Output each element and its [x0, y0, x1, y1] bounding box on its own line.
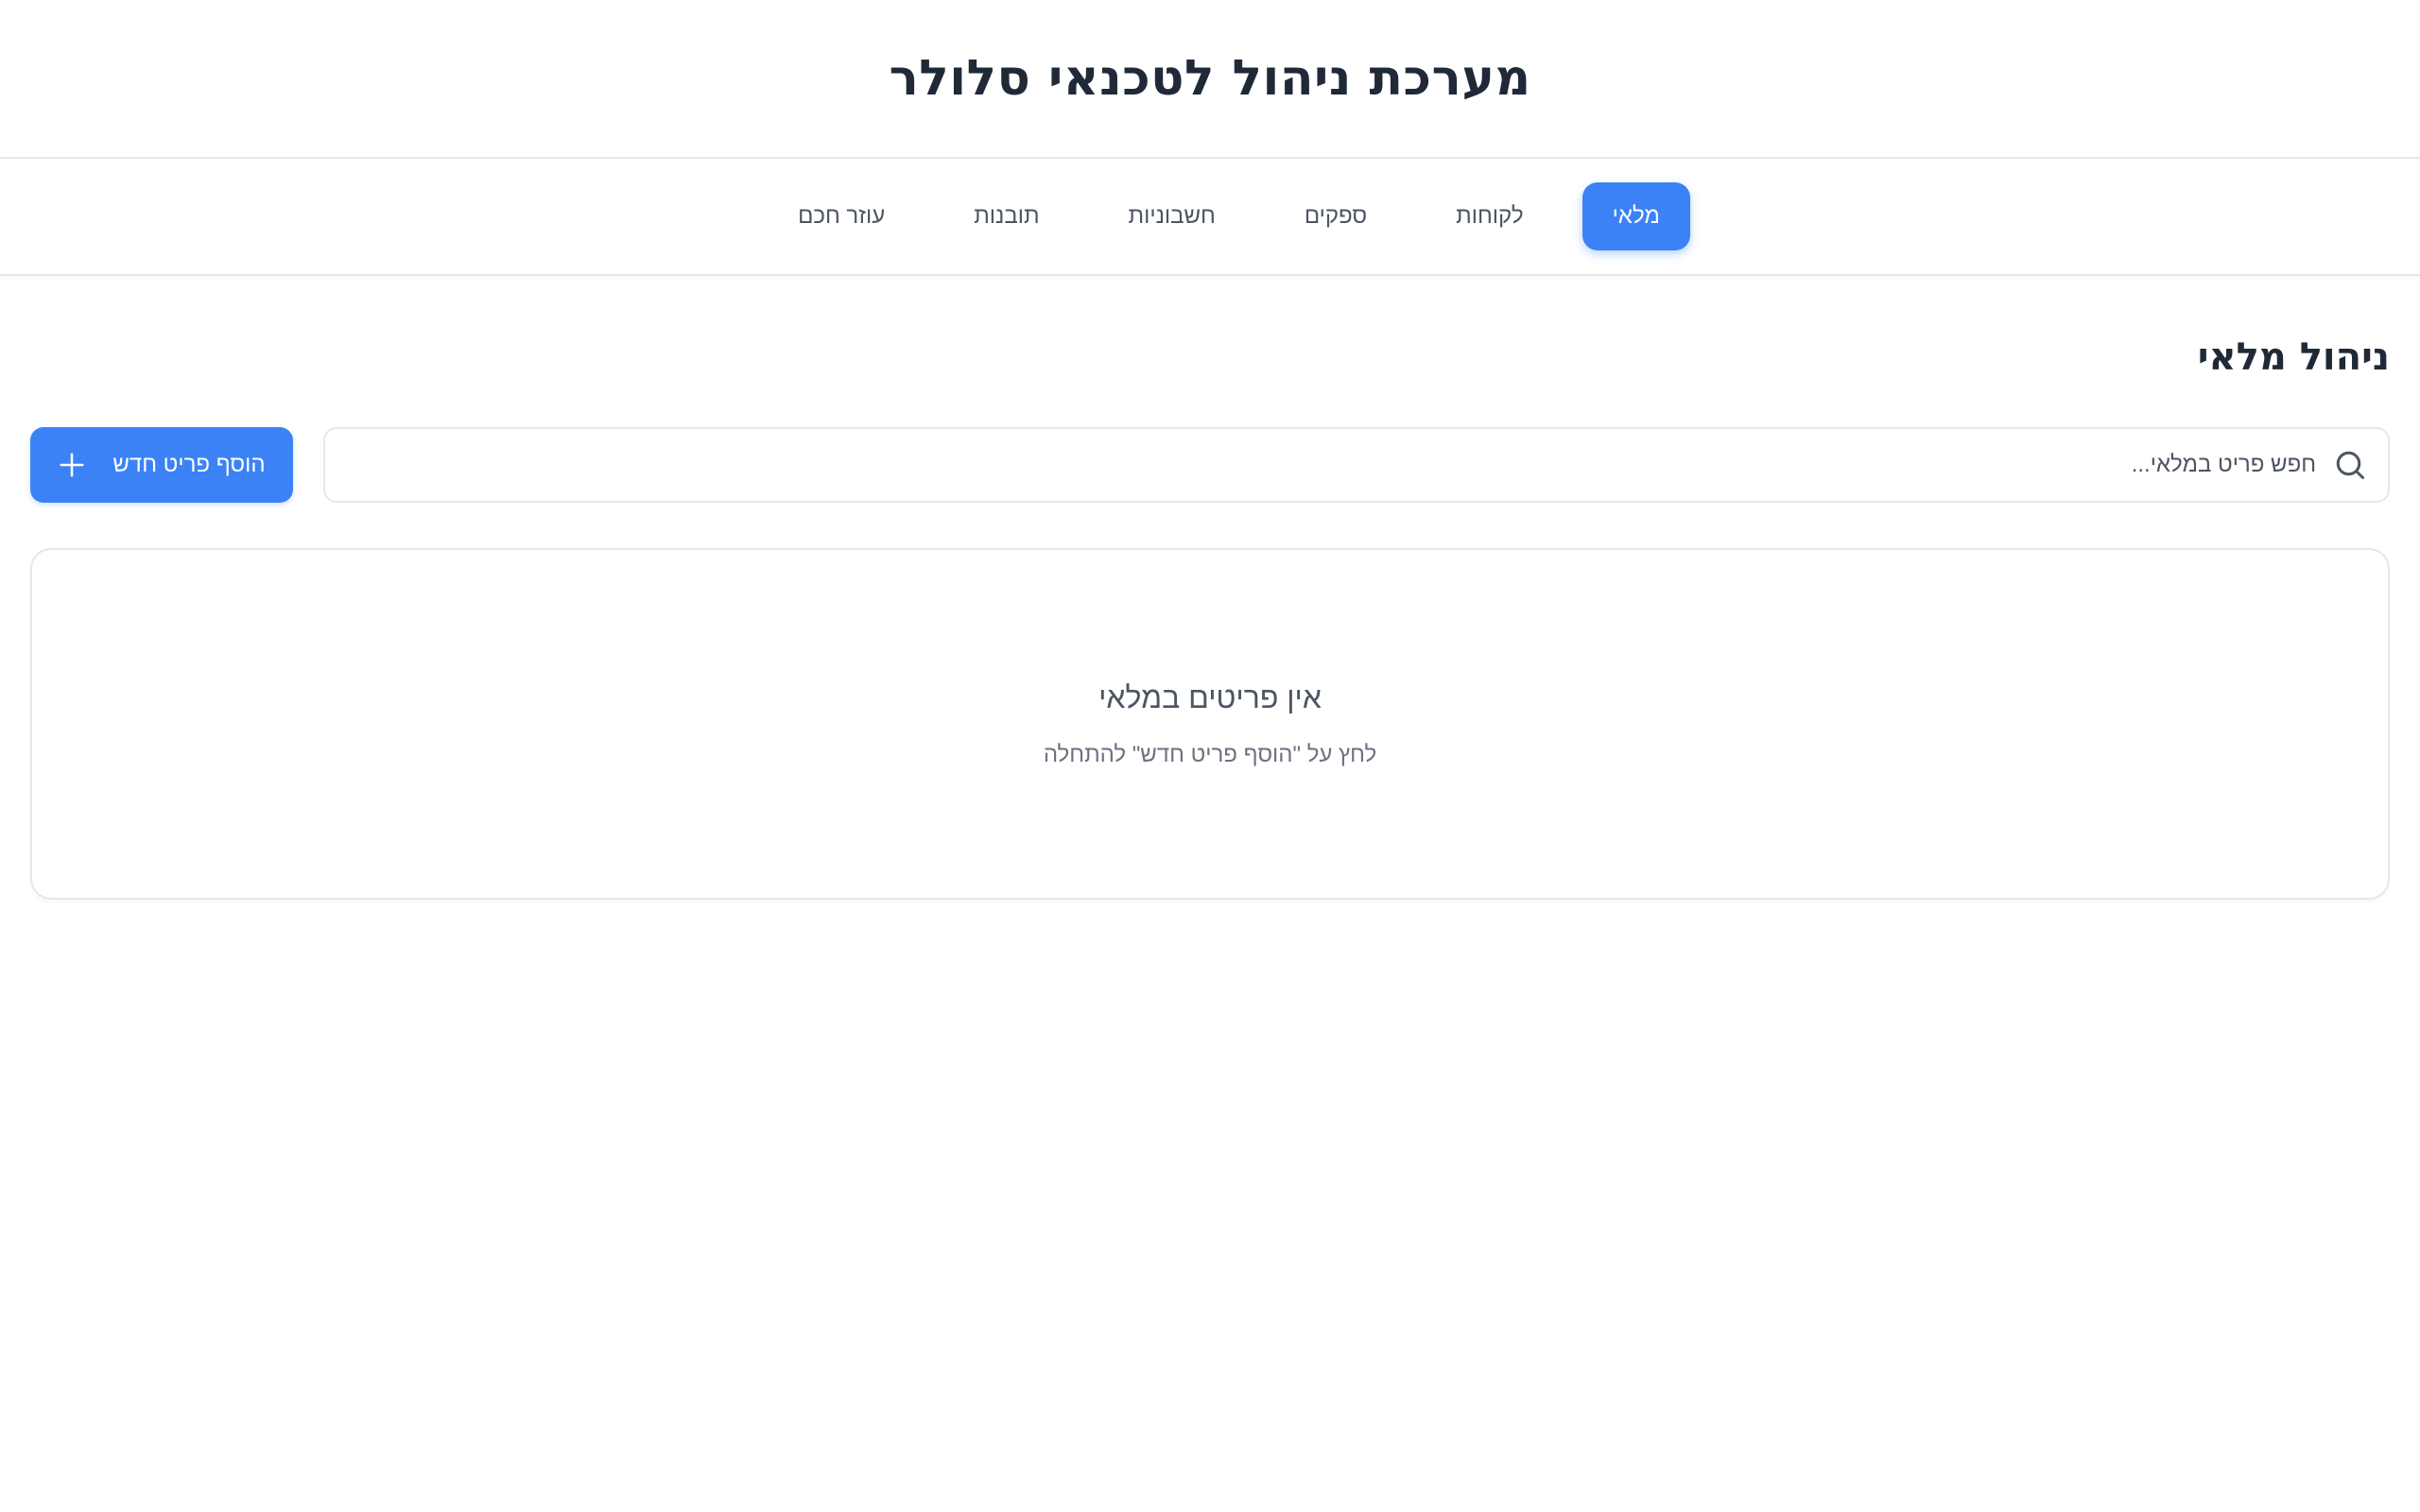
inventory-toolbar: הוסף פריט חדש: [30, 427, 2390, 503]
search-icon: [2333, 448, 2367, 482]
section-title: ניהול מלאי: [2197, 335, 2390, 379]
app-title: מערכת ניהול לטכנאי סלולר: [889, 50, 1531, 107]
add-item-button[interactable]: הוסף פריט חדש: [30, 427, 293, 503]
search-box[interactable]: [323, 427, 2390, 503]
main-content: ניהול מלאי הוסף פריט חדש: [0, 329, 2420, 900]
tab-invoices[interactable]: חשבוניות: [1098, 182, 1246, 250]
tab-insights[interactable]: תובנות: [943, 182, 1069, 250]
empty-state-subtitle: לחץ על "הוסף פריט חדש" להתחלה: [1043, 741, 1377, 767]
main-nav: מלאי לקוחות ספקים חשבוניות תובנות עוזר ח…: [0, 159, 2420, 276]
app-header: מערכת ניהול לטכנאי סלולר: [0, 0, 2420, 159]
plus-icon: [58, 451, 86, 479]
add-item-button-label: הוסף פריט חדש: [112, 452, 266, 477]
tab-customers[interactable]: לקוחות: [1426, 182, 1553, 250]
tab-inventory[interactable]: מלאי: [1582, 182, 1690, 250]
search-input[interactable]: [346, 452, 2316, 478]
app-root: מערכת ניהול לטכנאי סלולר מלאי לקוחות ספק…: [0, 0, 2420, 1512]
empty-state-card: אין פריטים במלאי לחץ על "הוסף פריט חדש" …: [30, 548, 2390, 900]
empty-state-title: אין פריטים במלאי: [1098, 679, 1322, 714]
tab-smart-assistant[interactable]: עוזר חכם: [768, 182, 915, 250]
tab-suppliers[interactable]: ספקים: [1274, 182, 1397, 250]
